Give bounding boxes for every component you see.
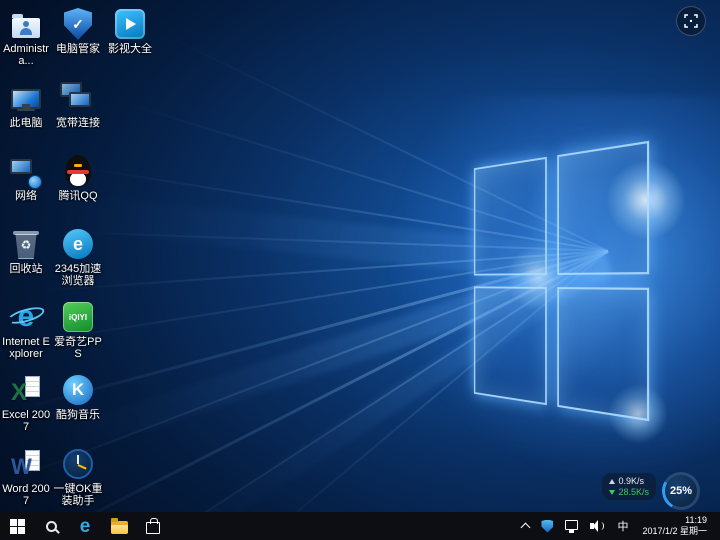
icon-label: 一键OK重装助手 bbox=[52, 483, 104, 507]
light-ray bbox=[104, 250, 608, 540]
light-ray bbox=[55, 162, 608, 252]
clock-date: 2017/1/2 星期一 bbox=[642, 526, 707, 537]
glow-spot bbox=[506, 246, 570, 310]
icon-label: Excel 2007 bbox=[0, 409, 52, 433]
tray-network[interactable] bbox=[559, 512, 584, 540]
computer-icon bbox=[8, 80, 44, 116]
desktop-icon-movie-app[interactable]: 影视大全 bbox=[104, 6, 156, 76]
desktop-icon-excel-2007[interactable]: X Excel 2007 bbox=[0, 372, 52, 442]
upload-speed-value: 0.9K/s bbox=[618, 476, 644, 486]
edge-icon: e bbox=[80, 517, 91, 536]
light-ray bbox=[140, 22, 608, 252]
desktop-icon-ok-reinstall[interactable]: 一键OK重装助手 bbox=[52, 446, 104, 516]
word-icon: W bbox=[8, 446, 44, 482]
icon-label: Internet Explorer bbox=[0, 336, 52, 360]
logo-pane bbox=[557, 141, 649, 275]
light-ray bbox=[209, 250, 609, 540]
desktop-icon-2345-browser[interactable]: e 2345加速浏览器 bbox=[52, 226, 104, 296]
system-tray: 中 11:19 2017/1/2 星期一 bbox=[516, 512, 720, 540]
taskbar-store-button[interactable] bbox=[136, 512, 170, 540]
internet-explorer-icon: e bbox=[8, 299, 44, 335]
chevron-up-icon bbox=[521, 523, 531, 533]
glow-spot bbox=[608, 384, 668, 444]
movie-play-icon bbox=[112, 6, 148, 42]
store-bag-icon bbox=[146, 522, 160, 534]
icon-label: 2345加速浏览器 bbox=[52, 263, 104, 287]
user-folder-icon bbox=[8, 6, 44, 42]
icon-label: 影视大全 bbox=[108, 43, 152, 55]
speaker-icon bbox=[590, 520, 605, 532]
search-icon bbox=[46, 521, 57, 532]
capture-corners-icon bbox=[684, 14, 698, 28]
desktop-icon-network[interactable]: 网络 bbox=[0, 153, 52, 223]
tray-show-hidden-icons[interactable] bbox=[516, 512, 535, 540]
icon-label: 腾讯QQ bbox=[58, 190, 97, 202]
download-speed-row: 28.5K/s bbox=[609, 487, 649, 497]
desktop-icon-pc-manager[interactable]: ✓ 电脑管家 bbox=[52, 6, 104, 76]
start-button[interactable] bbox=[0, 512, 34, 540]
desktop-icon-recycle-bin[interactable]: ♻ 回收站 bbox=[0, 226, 52, 296]
tray-ime-indicator[interactable]: 中 bbox=[611, 512, 634, 540]
desktop-icon-kugou[interactable]: K 酷狗音乐 bbox=[52, 372, 104, 442]
shield-icon: ✓ bbox=[60, 6, 96, 42]
logo-pane bbox=[557, 287, 649, 421]
icon-label: Administra... bbox=[0, 43, 52, 67]
windows-logo-icon bbox=[10, 519, 25, 534]
windows-logo-wallpaper bbox=[474, 141, 649, 421]
taskbar: e 中 11:19 2017/1/2 星期一 bbox=[0, 512, 720, 540]
clock-time: 11:19 bbox=[685, 515, 707, 526]
upload-speed-row: 0.9K/s bbox=[609, 476, 649, 486]
glow-spot bbox=[606, 160, 686, 240]
network-icon bbox=[8, 153, 44, 189]
desktop-wallpaper: Administra... 此电脑 网络 ♻ 回收站 e Internet Ex… bbox=[0, 0, 720, 540]
kugou-music-icon: K bbox=[60, 372, 96, 408]
window-glow bbox=[392, 96, 720, 476]
network-speed-widget[interactable]: 0.9K/s 28.5K/s bbox=[602, 473, 656, 500]
excel-icon: X bbox=[8, 372, 44, 408]
desktop-icon-internet-explorer[interactable]: e Internet Explorer bbox=[0, 299, 52, 369]
tray-volume[interactable] bbox=[584, 512, 611, 540]
logo-pane bbox=[474, 286, 547, 405]
desktop-icon-iqiyi[interactable]: iQIYI 爱奇艺PPS bbox=[52, 299, 104, 369]
floating-ball-widget[interactable]: 25% bbox=[662, 472, 700, 510]
desktop-icon-this-pc[interactable]: 此电脑 bbox=[0, 80, 52, 150]
arrow-down-icon bbox=[609, 490, 615, 495]
light-ray bbox=[28, 230, 608, 252]
ball-percent: 25% bbox=[670, 485, 692, 497]
qq-penguin-icon bbox=[60, 153, 96, 189]
folder-icon bbox=[111, 521, 128, 534]
icon-label: 酷狗音乐 bbox=[56, 409, 100, 421]
ethernet-icon bbox=[565, 520, 578, 530]
browser-2345-icon: e bbox=[60, 226, 96, 262]
recycle-bin-icon: ♻ bbox=[8, 226, 44, 262]
shield-icon bbox=[541, 520, 553, 533]
icon-label: 此电脑 bbox=[10, 117, 43, 129]
tray-security-shield[interactable] bbox=[535, 512, 559, 540]
desktop-icon-qq[interactable]: 腾讯QQ bbox=[52, 153, 104, 223]
desktop-icon-word-2007[interactable]: W Word 2007 bbox=[0, 446, 52, 516]
icon-label: 宽带连接 bbox=[56, 117, 100, 129]
search-button[interactable] bbox=[34, 512, 68, 540]
arrow-up-icon bbox=[609, 479, 615, 484]
taskbar-edge-button[interactable]: e bbox=[68, 512, 102, 540]
taskbar-file-explorer-button[interactable] bbox=[102, 512, 136, 540]
desktop-icon-administrator[interactable]: Administra... bbox=[0, 6, 52, 76]
light-ray bbox=[91, 92, 608, 252]
broadband-connection-icon bbox=[60, 80, 96, 116]
screen-capture-button[interactable] bbox=[676, 6, 706, 36]
icon-label: 回收站 bbox=[10, 263, 43, 275]
download-speed-value: 28.5K/s bbox=[618, 487, 649, 497]
desktop-icon-broadband[interactable]: 宽带连接 bbox=[52, 80, 104, 150]
icon-label: 网络 bbox=[15, 190, 37, 202]
logo-pane bbox=[474, 157, 547, 276]
clock-icon bbox=[60, 446, 96, 482]
icon-label: 电脑管家 bbox=[56, 43, 100, 55]
iqiyi-icon: iQIYI bbox=[60, 299, 96, 335]
ime-label: 中 bbox=[617, 518, 628, 534]
tray-clock[interactable]: 11:19 2017/1/2 星期一 bbox=[634, 515, 715, 537]
light-ray bbox=[19, 250, 608, 540]
light-ray-soft bbox=[132, 252, 614, 540]
icon-label: Word 2007 bbox=[0, 483, 52, 507]
icon-label: 爱奇艺PPS bbox=[52, 336, 104, 360]
